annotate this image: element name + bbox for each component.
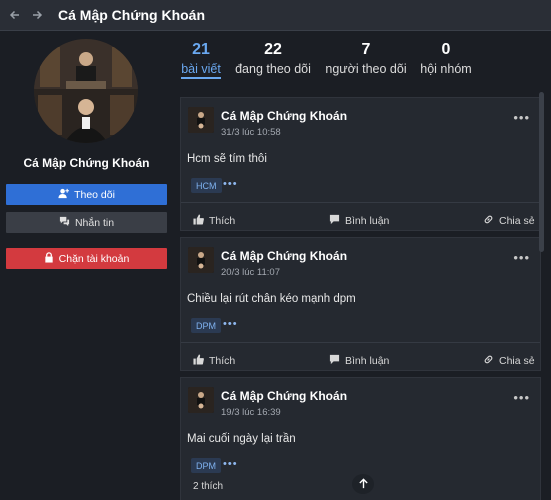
comment-label: Bình luận — [345, 355, 390, 367]
profile-stats-tabs: 21 bài viết 22 đang theo dõi 7 người the… — [173, 31, 551, 91]
post-card: Cá Mập Chứng Khoán 31/3 lúc 10:58 ••• Hc… — [180, 97, 541, 231]
link-icon — [483, 354, 494, 368]
post-author[interactable]: Cá Mập Chứng Khoán — [221, 249, 347, 263]
share-button[interactable]: Chia sẻ — [483, 214, 535, 228]
author-avatar[interactable] — [188, 247, 214, 273]
stock-tag[interactable]: DPM — [191, 318, 221, 333]
profile-avatar[interactable] — [34, 39, 138, 143]
tag-more-icon[interactable]: ••• — [223, 318, 238, 330]
lock-icon — [44, 251, 54, 266]
groups-label: hội nhóm — [420, 62, 472, 76]
like-button[interactable]: Thích — [193, 354, 235, 368]
tag-more-icon[interactable]: ••• — [223, 178, 238, 190]
post-author[interactable]: Cá Mập Chứng Khoán — [221, 389, 347, 403]
comment-button[interactable]: Bình luận — [329, 214, 389, 228]
like-label: Thích — [209, 215, 236, 227]
followers-count: 7 — [361, 41, 371, 58]
post-card: Cá Mập Chứng Khoán 20/3 lúc 11:07 ••• Ch… — [180, 237, 541, 371]
post-content: Hcm sẽ tím thôi — [187, 153, 267, 165]
comment-button[interactable]: Bình luận — [329, 354, 389, 368]
comment-icon — [329, 354, 340, 368]
post-author[interactable]: Cá Mập Chứng Khoán — [221, 109, 347, 123]
following-count: 22 — [264, 41, 282, 58]
share-label: Chia sẻ — [499, 355, 535, 367]
comment-icon — [329, 214, 340, 228]
window-title: Cá Mập Chứng Khoán — [58, 7, 206, 23]
share-button[interactable]: Chia sẻ — [483, 354, 535, 368]
add-user-icon — [58, 188, 70, 202]
follow-button[interactable]: Theo dõi — [6, 184, 167, 205]
share-label: Chia sẻ — [499, 215, 535, 227]
feed-scrollbar[interactable] — [539, 92, 544, 252]
thumbs-up-icon — [193, 214, 204, 228]
scroll-to-top-button[interactable] — [352, 474, 374, 494]
posts-label: bài viết — [181, 62, 221, 79]
author-avatar[interactable] — [188, 107, 214, 133]
profile-name: Cá Mập Chứng Khoán — [23, 156, 150, 170]
author-avatar[interactable] — [188, 387, 214, 413]
comment-label: Bình luận — [345, 215, 390, 227]
tab-following[interactable]: 22 đang theo dõi — [233, 41, 313, 76]
post-timestamp[interactable]: 20/3 lúc 11:07 — [221, 267, 280, 278]
thumbs-up-icon — [193, 354, 204, 368]
follow-button-label: Theo dõi — [74, 188, 115, 201]
divider — [181, 342, 540, 343]
more-options-icon[interactable]: ••• — [513, 390, 530, 405]
profile-sidebar: Cá Mập Chứng Khoán Theo dõi Nhắn tin Chặ… — [0, 31, 173, 500]
posts-count: 21 — [192, 41, 210, 58]
forward-arrow-icon[interactable] — [28, 6, 46, 24]
likes-count[interactable]: 2 thích — [193, 481, 223, 492]
tab-followers[interactable]: 7 người theo dõi — [321, 41, 411, 76]
message-button[interactable]: Nhắn tin — [6, 212, 167, 233]
stock-tag[interactable]: HCM — [191, 178, 222, 193]
title-bar: Cá Mập Chứng Khoán — [0, 0, 551, 31]
block-button[interactable]: Chặn tài khoản — [6, 248, 167, 269]
like-button[interactable]: Thích — [193, 214, 235, 228]
chat-icon — [59, 216, 70, 230]
arrow-up-icon — [358, 477, 369, 492]
message-button-label: Nhắn tin — [74, 216, 115, 229]
post-feed: Cá Mập Chứng Khoán 31/3 lúc 10:58 ••• Hc… — [180, 91, 544, 500]
post-content: Mai cuối ngày lại trần — [187, 433, 296, 445]
post-content: Chiều lại rút chân kéo mạnh dpm — [187, 293, 356, 305]
more-options-icon[interactable]: ••• — [513, 110, 530, 125]
block-button-label: Chặn tài khoản — [58, 252, 130, 265]
divider — [181, 202, 540, 203]
back-arrow-icon[interactable] — [6, 6, 24, 24]
more-options-icon[interactable]: ••• — [513, 250, 530, 265]
tag-more-icon[interactable]: ••• — [223, 458, 238, 470]
like-label: Thích — [209, 355, 236, 367]
followers-label: người theo dõi — [325, 62, 407, 76]
following-label: đang theo dõi — [235, 62, 311, 76]
stock-tag[interactable]: DPM — [191, 458, 221, 473]
tab-groups[interactable]: 0 hội nhóm — [419, 41, 473, 76]
link-icon — [483, 214, 494, 228]
post-timestamp[interactable]: 31/3 lúc 10:58 — [221, 127, 281, 138]
post-timestamp[interactable]: 19/3 lúc 16:39 — [221, 407, 281, 418]
groups-count: 0 — [441, 41, 451, 58]
tab-posts[interactable]: 21 bài viết — [181, 41, 221, 79]
